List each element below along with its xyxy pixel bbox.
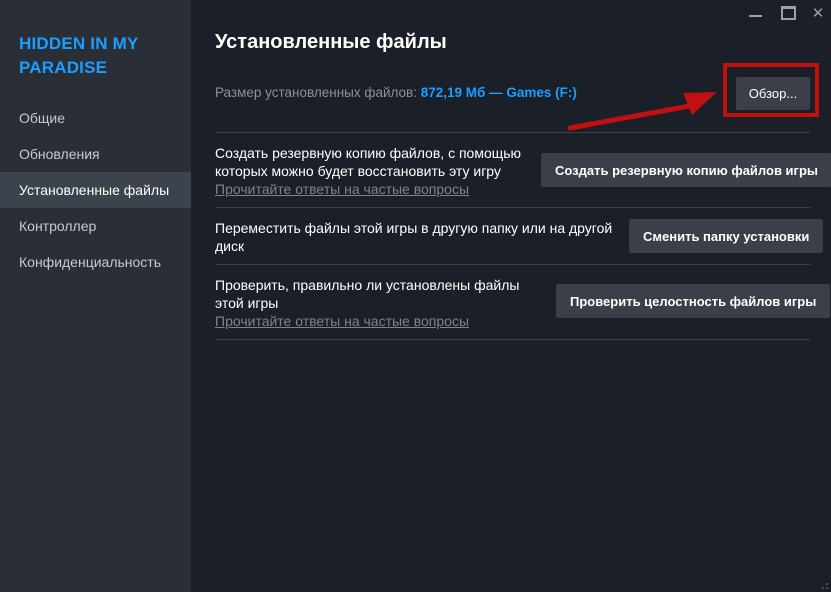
backup-button[interactable]: Создать резервную копию файлов игры — [541, 153, 831, 187]
faq-link[interactable]: Прочитайте ответы на частые вопросы — [215, 312, 533, 330]
properties-window: HIDDEN IN MY PARADISE Общие Обновления У… — [0, 0, 831, 592]
move-row-text: Переместить файлы этой игры в другую пап… — [215, 219, 620, 255]
verify-row-text: Проверить, правильно ли установлены файл… — [215, 276, 533, 330]
change-folder-button[interactable]: Сменить папку установки — [629, 219, 824, 253]
sidebar-item-installed-files[interactable]: Установленные файлы — [0, 172, 191, 208]
divider — [215, 264, 811, 265]
game-title: HIDDEN IN MY PARADISE — [19, 34, 139, 77]
main-panel: Установленные файлы Размер установленных… — [215, 0, 831, 592]
divider — [215, 132, 811, 133]
sidebar-nav: Общие Обновления Установленные файлы Кон… — [0, 100, 191, 280]
resize-grip-icon[interactable] — [819, 580, 829, 590]
move-description: Переместить файлы этой игры в другую пап… — [215, 220, 613, 254]
sidebar-item-updates[interactable]: Обновления — [0, 136, 191, 172]
verify-description: Проверить, правильно ли установлены файл… — [215, 277, 520, 311]
sidebar-item-general[interactable]: Общие — [0, 100, 191, 136]
divider — [215, 339, 811, 340]
backup-row-text: Создать резервную копию файлов, с помощь… — [215, 144, 533, 198]
sidebar: HIDDEN IN MY PARADISE Общие Обновления У… — [0, 0, 191, 592]
divider — [215, 207, 811, 208]
verify-integrity-button[interactable]: Проверить целостность файлов игры — [556, 284, 831, 318]
sidebar-item-privacy[interactable]: Конфиденциальность — [0, 244, 191, 280]
faq-link[interactable]: Прочитайте ответы на частые вопросы — [215, 180, 533, 198]
close-icon: ✕ — [811, 5, 825, 22]
sidebar-item-controller[interactable]: Контроллер — [0, 208, 191, 244]
backup-description: Создать резервную копию файлов, с помощь… — [215, 145, 522, 179]
